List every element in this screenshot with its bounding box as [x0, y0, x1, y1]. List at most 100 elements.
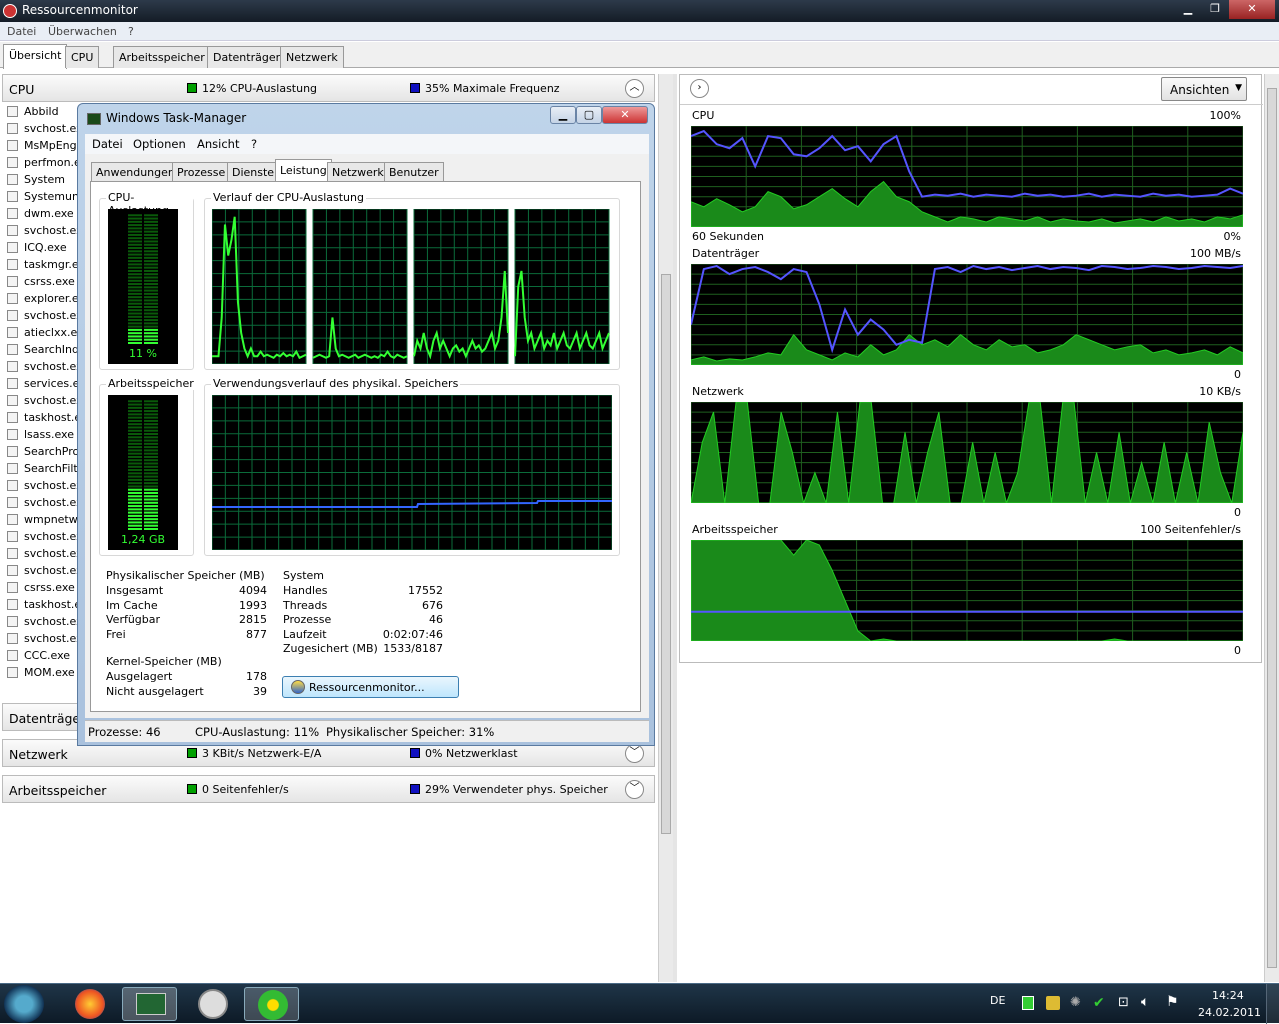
- process-checkbox[interactable]: [7, 225, 18, 236]
- minimize-button[interactable]: ▁: [1175, 0, 1201, 19]
- tm-menu-ansicht[interactable]: Ansicht: [197, 137, 239, 151]
- process-checkbox[interactable]: [7, 548, 18, 559]
- process-checkbox[interactable]: [7, 208, 18, 219]
- process-checkbox[interactable]: [7, 565, 18, 576]
- process-checkbox[interactable]: [7, 667, 18, 678]
- firefox-taskbar-icon[interactable]: [62, 987, 117, 1021]
- process-checkbox[interactable]: [7, 259, 18, 270]
- collapse-chevron-icon[interactable]: ︿: [625, 79, 644, 98]
- network-tray-icon[interactable]: ⊡: [1118, 995, 1129, 1010]
- expand-chevron-icon[interactable]: ﹀: [625, 780, 644, 799]
- tm-maximize-button[interactable]: ▢: [576, 106, 602, 124]
- process-checkbox[interactable]: [7, 123, 18, 134]
- process-checkbox[interactable]: [7, 429, 18, 440]
- tm-tab-netzwerk[interactable]: Netzwerk: [327, 162, 389, 181]
- graph-panel: › Ansichten ▼ CPU 100% 60 Sekunden 0% Da…: [679, 74, 1263, 663]
- tab-arbeitsspeicher[interactable]: Arbeitsspeicher: [113, 46, 211, 68]
- tab-uebersicht[interactable]: Übersicht: [3, 44, 68, 69]
- tm-menu-datei[interactable]: Datei: [92, 137, 123, 151]
- select-all-checkbox[interactable]: [7, 106, 18, 117]
- process-checkbox[interactable]: [7, 378, 18, 389]
- clock-time[interactable]: 14:24: [1212, 989, 1244, 1002]
- memory-meter: 1,24 GB: [108, 395, 178, 550]
- perfmon-tray-icon[interactable]: [1022, 996, 1034, 1010]
- start-button-icon[interactable]: [4, 985, 44, 1023]
- kernel-row-value: 178: [246, 670, 267, 683]
- memory-label: Arbeitsspeicher: [106, 377, 196, 390]
- process-checkbox[interactable]: [7, 140, 18, 151]
- process-checkbox[interactable]: [7, 310, 18, 321]
- process-checkbox[interactable]: [7, 327, 18, 338]
- clock-date[interactable]: 24.02.2011: [1198, 1006, 1261, 1019]
- left-scrollbar-thumb[interactable]: [661, 274, 671, 834]
- process-checkbox[interactable]: [7, 633, 18, 644]
- security-tray-icon[interactable]: ✔: [1093, 995, 1105, 1011]
- process-checkbox[interactable]: [7, 276, 18, 287]
- maximize-button[interactable]: ❐: [1202, 0, 1228, 19]
- tm-tab-anwendungen[interactable]: Anwendungen: [91, 162, 180, 181]
- process-checkbox[interactable]: [7, 344, 18, 355]
- menu-help[interactable]: ?: [128, 25, 134, 38]
- icq-taskbar-icon[interactable]: [244, 987, 299, 1021]
- tm-tab-benutzer[interactable]: Benutzer: [384, 162, 444, 181]
- process-checkbox[interactable]: [7, 463, 18, 474]
- cpu-usage-group: CPU-Auslastung 11 %: [99, 191, 194, 370]
- process-checkbox[interactable]: [7, 361, 18, 372]
- cpu-usage-meter: 11 %: [108, 209, 178, 364]
- tab-netzwerk[interactable]: Netzwerk: [280, 46, 344, 68]
- language-indicator[interactable]: DE: [990, 994, 1005, 1007]
- tm-menu-help[interactable]: ?: [251, 137, 257, 151]
- splitter[interactable]: [673, 74, 677, 982]
- process-checkbox[interactable]: [7, 191, 18, 202]
- process-checkbox[interactable]: [7, 616, 18, 627]
- right-scrollbar-thumb[interactable]: [1267, 88, 1277, 968]
- mail-tray-icon[interactable]: [1046, 996, 1060, 1010]
- title-bar[interactable]: Ressourcenmonitor ▁ ❐ ✕: [0, 0, 1279, 22]
- cpu-usage-color-icon: [187, 83, 197, 93]
- process-checkbox[interactable]: [7, 446, 18, 457]
- tm-tab-leistung[interactable]: Leistung: [275, 159, 332, 182]
- volume-tray-icon[interactable]: 🔈︎: [1141, 994, 1149, 1010]
- tm-menu-optionen[interactable]: Optionen: [133, 137, 186, 151]
- tm-tab-prozesse[interactable]: Prozesse: [172, 162, 231, 181]
- system-row-label: Handles: [283, 584, 328, 597]
- menu-ueberwachen[interactable]: Überwachen: [48, 25, 117, 38]
- cpu-section-header[interactable]: CPU 12% CPU-Auslastung 35% Maximale Freq…: [2, 74, 655, 102]
- tm-menu-bar: Datei Optionen Ansicht ?: [85, 134, 649, 154]
- resource-monitor-taskbar-icon[interactable]: [185, 987, 240, 1021]
- expand-panel-chevron-icon[interactable]: ›: [690, 79, 709, 98]
- process-checkbox[interactable]: [7, 650, 18, 661]
- process-checkbox[interactable]: [7, 599, 18, 610]
- process-checkbox[interactable]: [7, 157, 18, 168]
- process-checkbox[interactable]: [7, 242, 18, 253]
- tab-datentraeger[interactable]: Datenträger: [207, 46, 287, 68]
- process-checkbox[interactable]: [7, 480, 18, 491]
- expand-chevron-icon[interactable]: ﹀: [625, 744, 644, 763]
- process-checkbox[interactable]: [7, 395, 18, 406]
- process-checkbox[interactable]: [7, 514, 18, 525]
- cpu-freq-color-icon: [410, 83, 420, 93]
- tm-tab-dienste[interactable]: Dienste: [227, 162, 280, 181]
- process-checkbox[interactable]: [7, 412, 18, 423]
- tab-cpu[interactable]: CPU: [65, 46, 100, 68]
- process-checkbox[interactable]: [7, 174, 18, 185]
- tm-minimize-button[interactable]: ▁: [550, 106, 576, 124]
- process-checkbox[interactable]: [7, 293, 18, 304]
- show-desktop-button[interactable]: [1266, 984, 1279, 1024]
- tm-close-button[interactable]: ✕: [602, 106, 648, 124]
- resource-monitor-button[interactable]: Ressourcenmonitor...: [282, 676, 459, 698]
- memory-section-header[interactable]: Arbeitsspeicher 0 Seitenfehler/s 29% Ver…: [2, 775, 655, 803]
- views-button[interactable]: Ansichten ▼: [1161, 77, 1247, 101]
- status-cpu: CPU-Auslastung: 11%: [195, 725, 320, 739]
- menu-datei[interactable]: Datei: [7, 25, 36, 38]
- process-checkbox[interactable]: [7, 497, 18, 508]
- close-button[interactable]: ✕: [1229, 0, 1275, 19]
- ati-tray-icon[interactable]: ✺: [1070, 995, 1081, 1010]
- process-checkbox[interactable]: [7, 531, 18, 542]
- left-scrollbar[interactable]: [658, 74, 673, 982]
- process-checkbox[interactable]: [7, 582, 18, 593]
- task-manager-window[interactable]: Windows Task-Manager ▁ ▢ ✕ Datei Optione…: [77, 103, 655, 746]
- right-scrollbar[interactable]: [1264, 74, 1279, 982]
- action-center-flag-icon[interactable]: ⚑: [1166, 994, 1179, 1010]
- task-manager-taskbar-icon[interactable]: [122, 987, 177, 1021]
